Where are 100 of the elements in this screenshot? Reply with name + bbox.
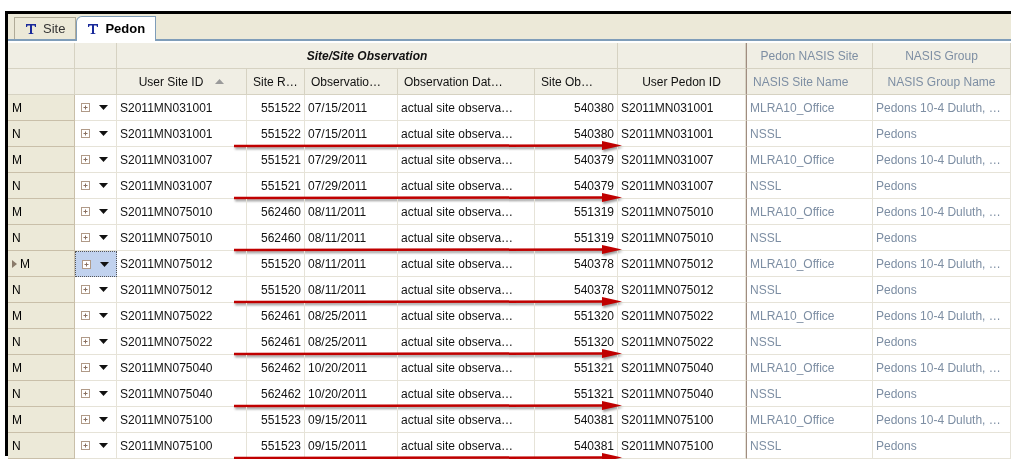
row-header[interactable]: N	[8, 433, 75, 459]
tab[interactable]: Site	[14, 17, 77, 39]
table-cell: S2011MN075100	[117, 407, 247, 433]
row-header[interactable]: N	[8, 277, 75, 303]
row-header[interactable]: N	[8, 381, 75, 407]
table-cell: 551319	[535, 199, 618, 225]
column-header[interactable]: Site Ob…	[535, 69, 618, 95]
table-cell: S2011MN031007	[618, 173, 746, 199]
table-cell: 07/15/2011	[305, 121, 398, 147]
table-cell: S2011MN075040	[117, 355, 247, 381]
header-cell	[75, 43, 117, 69]
dropdown-icon	[99, 313, 108, 318]
column-header[interactable]: User Site ID	[117, 69, 247, 95]
row-header[interactable]: N	[8, 329, 75, 355]
table-cell: S2011MN031001	[618, 121, 746, 147]
current-row-icon	[12, 259, 17, 268]
table-cell: S2011MN075012	[618, 277, 746, 303]
table-cell: 551522	[247, 95, 305, 121]
table-cell: S2011MN075100	[618, 433, 746, 459]
table-cell: Pedons 10-4 Duluth, …	[873, 251, 1011, 277]
table-cell: 562461	[247, 303, 305, 329]
type-icon	[87, 23, 100, 35]
table-cell: 562462	[247, 355, 305, 381]
expand-icon	[81, 129, 90, 138]
table-cell: actual site observa…	[398, 121, 535, 147]
table-cell: S2011MN031007	[117, 173, 247, 199]
table-cell: MLRA10_Office	[746, 251, 873, 277]
table-cell: 551321	[535, 355, 618, 381]
table-cell: 551520	[247, 251, 305, 277]
table-cell: 08/25/2011	[305, 303, 398, 329]
column-group-header: Pedon NASIS Site	[746, 43, 873, 69]
table-cell: NSSL	[746, 225, 873, 251]
table-cell: 08/11/2011	[305, 225, 398, 251]
expand-icon	[81, 311, 90, 320]
column-header[interactable]: Observation Dat…	[398, 69, 535, 95]
row-header[interactable]: M	[8, 199, 75, 225]
table-cell: S2011MN075012	[117, 277, 247, 303]
table-cell: MLRA10_Office	[746, 199, 873, 225]
row-header[interactable]: M	[8, 407, 75, 433]
table-cell: MLRA10_Office	[746, 147, 873, 173]
expand-icon	[81, 441, 90, 450]
table-cell: 08/11/2011	[305, 199, 398, 225]
table-cell: 551523	[247, 407, 305, 433]
expand-cell[interactable]	[75, 251, 117, 277]
table-cell: S2011MN075100	[618, 407, 746, 433]
table-cell: 09/15/2011	[305, 433, 398, 459]
expand-icon	[81, 233, 90, 242]
table-cell: MLRA10_Office	[746, 355, 873, 381]
table-cell: 551320	[535, 303, 618, 329]
table-cell: S2011MN075022	[117, 329, 247, 355]
table-cell: S2011MN075040	[117, 381, 247, 407]
row-header[interactable]: M	[8, 147, 75, 173]
table-cell: S2011MN075100	[117, 433, 247, 459]
expand-icon	[81, 285, 90, 294]
table-cell: S2011MN031001	[117, 121, 247, 147]
table-cell: S2011MN075010	[618, 199, 746, 225]
expand-icon	[81, 389, 90, 398]
table-cell: MLRA10_Office	[746, 407, 873, 433]
table-cell: Pedons 10-4 Duluth, …	[873, 95, 1011, 121]
column-header[interactable]: Observatio…	[305, 69, 398, 95]
row-header[interactable]: N	[8, 121, 75, 147]
column-header[interactable]: Site R…	[247, 69, 305, 95]
type-icon	[25, 22, 37, 35]
table-cell: S2011MN075010	[117, 199, 247, 225]
expand-icon	[81, 103, 90, 112]
tab[interactable]: Pedon	[76, 16, 157, 41]
dropdown-icon	[99, 287, 108, 292]
table-cell: MLRA10_Office	[746, 95, 873, 121]
row-header[interactable]: M	[8, 355, 75, 381]
expand-icon	[81, 415, 90, 424]
table-cell: S2011MN031007	[117, 147, 247, 173]
sort-ascending-icon	[215, 79, 225, 84]
table-cell: 08/11/2011	[305, 251, 398, 277]
table-cell: 08/25/2011	[305, 329, 398, 355]
table-cell: S2011MN031001	[618, 95, 746, 121]
table-cell: Pedons 10-4 Duluth, …	[873, 147, 1011, 173]
table-cell: Pedons	[873, 173, 1011, 199]
table-cell: 551522	[247, 121, 305, 147]
table-cell: 07/15/2011	[305, 95, 398, 121]
table-cell: 08/11/2011	[305, 277, 398, 303]
table-cell: Pedons	[873, 121, 1011, 147]
row-header[interactable]: M	[8, 303, 75, 329]
table-cell: MLRA10_Office	[746, 303, 873, 329]
row-header[interactable]: N	[8, 173, 75, 199]
header-cell	[8, 43, 75, 69]
table-cell: Pedons 10-4 Duluth, …	[873, 199, 1011, 225]
table-cell: NSSL	[746, 121, 873, 147]
row-header[interactable]: M	[8, 251, 75, 277]
table-cell: NSSL	[746, 173, 873, 199]
dropdown-icon	[99, 339, 108, 344]
column-header[interactable]: User Pedon ID	[618, 69, 746, 95]
row-header[interactable]: M	[8, 95, 75, 121]
table-cell: actual site observa…	[398, 225, 535, 251]
table-cell: S2011MN075040	[618, 381, 746, 407]
table-cell: 551520	[247, 277, 305, 303]
table-cell: S2011MN031001	[117, 95, 247, 121]
dropdown-icon	[99, 391, 108, 396]
row-header[interactable]: N	[8, 225, 75, 251]
dropdown-icon	[99, 443, 108, 448]
dropdown-icon	[100, 261, 109, 267]
